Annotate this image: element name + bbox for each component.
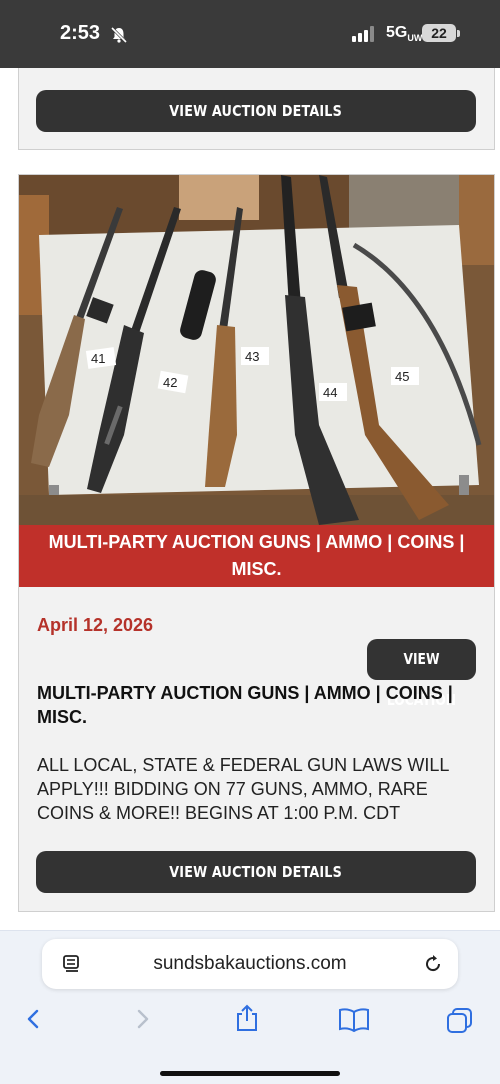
forward-icon[interactable] bbox=[130, 1007, 154, 1031]
web-page[interactable]: VIEW AUCTION DETAILS 41 42 43 44 45 MULT… bbox=[0, 68, 500, 930]
tag-41: 41 bbox=[91, 351, 105, 366]
view-location-button[interactable]: VIEW LOCATION bbox=[367, 639, 476, 709]
tag-45: 45 bbox=[395, 369, 409, 384]
tabs-icon[interactable] bbox=[446, 1007, 474, 1035]
auction-photo[interactable]: 41 42 43 44 45 bbox=[19, 175, 494, 525]
battery-tip bbox=[457, 30, 460, 37]
tag-42: 42 bbox=[163, 375, 177, 390]
auction-title: MULTI-PARTY AUCTION GUNS | AMMO | COINS … bbox=[37, 683, 453, 727]
view-auction-details-button[interactable]: VIEW AUCTION DETAILS bbox=[36, 851, 476, 893]
reload-icon[interactable] bbox=[422, 953, 444, 975]
auction-card: 41 42 43 44 45 MULTI-PARTY AUCTION GUNS … bbox=[18, 174, 495, 912]
share-icon[interactable] bbox=[234, 1003, 260, 1033]
battery-icon: 22 bbox=[422, 24, 456, 42]
bell-slash-icon bbox=[110, 26, 128, 44]
back-icon[interactable] bbox=[22, 1007, 46, 1031]
status-bar: 2:53 5GUW 22 bbox=[0, 0, 500, 68]
bookmarks-icon[interactable] bbox=[338, 1007, 370, 1033]
rifles-image: 41 42 43 44 45 bbox=[19, 175, 494, 525]
status-time: 2:53 bbox=[60, 22, 101, 44]
auction-date: April 12, 2026 bbox=[37, 615, 154, 635]
network-type: 5GUW bbox=[386, 24, 423, 44]
tag-44: 44 bbox=[323, 385, 337, 400]
view-auction-details-button[interactable]: VIEW AUCTION DETAILS bbox=[36, 90, 476, 132]
auction-description: ALL LOCAL, STATE & FEDERAL GUN LAWS WILL… bbox=[37, 755, 449, 823]
auction-banner-title[interactable]: MULTI-PARTY AUCTION GUNS | AMMO | COINS … bbox=[19, 525, 494, 587]
url-text[interactable]: sundsbakauctions.com bbox=[42, 953, 458, 975]
cellular-signal-icon bbox=[352, 26, 374, 42]
address-bar[interactable]: sundsbakauctions.com bbox=[42, 939, 458, 989]
tag-43: 43 bbox=[245, 349, 259, 364]
home-indicator bbox=[160, 1071, 340, 1076]
previous-auction-card: VIEW AUCTION DETAILS bbox=[18, 68, 495, 150]
browser-toolbar: sundsbakauctions.com bbox=[0, 930, 500, 1084]
